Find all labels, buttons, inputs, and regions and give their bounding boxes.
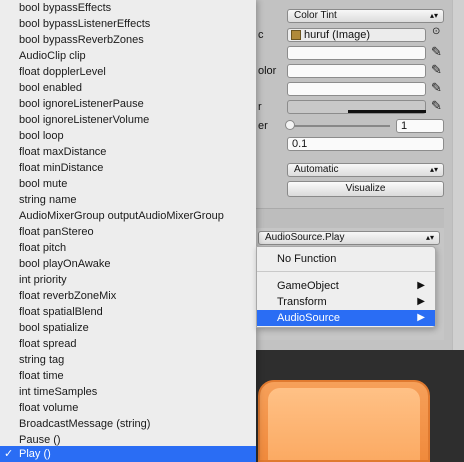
dropdown-arrows-icon: ▴▾ <box>425 233 434 242</box>
slider-handle[interactable] <box>285 120 295 130</box>
submenu-separator <box>257 271 435 272</box>
submenu-label: AudioSource <box>277 312 340 324</box>
menu-item[interactable]: bool ignoreListenerPause <box>0 96 256 112</box>
visualize-label: Visualize <box>345 183 386 194</box>
menu-item[interactable]: int timeSamples <box>0 384 256 400</box>
transition-dropdown[interactable]: Color Tint ▴▾ <box>287 9 444 23</box>
submenu-item-transform[interactable]: Transform ▶ <box>257 294 435 310</box>
orange-button-preview <box>258 380 430 462</box>
visualize-button[interactable]: Visualize <box>287 181 444 197</box>
submenu-item-audiosource[interactable]: AudioSource ▶ <box>257 310 435 326</box>
label-fragment-olor: olor <box>258 65 277 77</box>
menu-item[interactable]: bool loop <box>0 128 256 144</box>
submenu-arrow-icon: ▶ <box>417 312 425 323</box>
menu-item[interactable]: AudioClip clip <box>0 48 256 64</box>
submenu-item-gameobject[interactable]: GameObject ▶ <box>257 278 435 294</box>
pressed-color-field[interactable] <box>287 82 426 96</box>
menu-item[interactable]: float reverbZoneMix <box>0 288 256 304</box>
submenu-label: Transform <box>277 296 327 308</box>
dropdown-arrows-icon: ▴▾ <box>429 11 438 20</box>
menu-item-play-selected[interactable]: ✓ Play () <box>0 446 256 462</box>
component-submenu: No Function GameObject ▶ Transform ▶ Aud… <box>256 246 436 328</box>
scene-preview-area <box>256 350 464 462</box>
menu-item[interactable]: bool enabled <box>0 80 256 96</box>
alpha-bar <box>348 110 426 113</box>
menu-item[interactable]: float spatialBlend <box>0 304 256 320</box>
menu-item[interactable]: bool ignoreListenerVolume <box>0 112 256 128</box>
eyedropper-icon[interactable]: ✎ <box>431 62 442 78</box>
menu-item[interactable]: float volume <box>0 400 256 416</box>
eyedropper-icon[interactable]: ✎ <box>431 98 442 114</box>
transition-value: Color Tint <box>294 10 337 21</box>
label-fragment-r: r <box>258 101 262 113</box>
function-popup-menu: bool bypassEffects bool bypassListenerEf… <box>0 0 256 462</box>
menu-item[interactable]: string tag <box>0 352 256 368</box>
menu-item[interactable]: bool spatialize <box>0 320 256 336</box>
label-fragment-er: er <box>258 120 268 132</box>
object-picker-icon[interactable]: ⊙ <box>432 26 440 37</box>
menu-item[interactable]: BroadcastMessage (string) <box>0 416 256 432</box>
navigation-value: Automatic <box>294 164 339 175</box>
submenu-arrow-icon: ▶ <box>417 296 425 307</box>
multiplier-slider[interactable] <box>290 125 390 127</box>
fade-duration-value: 0.1 <box>292 138 308 150</box>
menu-item[interactable]: bool bypassEffects <box>0 0 256 16</box>
event-function-value: AudioSource.Play <box>265 232 345 243</box>
menu-item[interactable]: int priority <box>0 272 256 288</box>
target-graphic-field[interactable]: huruf (Image) <box>287 28 426 42</box>
event-function-dropdown[interactable]: AudioSource.Play ▴▾ <box>258 231 440 245</box>
normal-color-field[interactable] <box>287 46 426 60</box>
submenu-arrow-icon: ▶ <box>417 280 425 291</box>
menu-item[interactable]: bool mute <box>0 176 256 192</box>
inspector-scrollbar[interactable] <box>452 0 464 350</box>
disabled-color-field[interactable] <box>287 100 426 114</box>
menu-item[interactable]: float maxDistance <box>0 144 256 160</box>
menu-item[interactable]: float spread <box>0 336 256 352</box>
menu-item[interactable]: float minDistance <box>0 160 256 176</box>
dropdown-arrows-icon: ▴▾ <box>429 165 438 174</box>
submenu-item-no-function[interactable]: No Function <box>257 251 435 267</box>
submenu-label: GameObject <box>277 280 339 292</box>
menu-item-label: Play () <box>19 448 51 460</box>
menu-item[interactable]: string name <box>0 192 256 208</box>
menu-item[interactable]: float time <box>0 368 256 384</box>
multiplier-input[interactable]: 1 <box>396 119 444 133</box>
eyedropper-icon[interactable]: ✎ <box>431 44 442 60</box>
submenu-label: No Function <box>277 253 337 265</box>
multiplier-value: 1 <box>401 120 408 132</box>
menu-item[interactable]: AudioMixerGroup outputAudioMixerGroup <box>0 208 256 224</box>
image-object-icon <box>291 30 301 40</box>
menu-item[interactable]: float panStereo <box>0 224 256 240</box>
menu-item[interactable]: bool playOnAwake <box>0 256 256 272</box>
label-fragment-c: c <box>258 29 264 41</box>
highlighted-color-field[interactable] <box>287 64 426 78</box>
menu-item[interactable]: bool bypassListenerEffects <box>0 16 256 32</box>
menu-item[interactable]: float pitch <box>0 240 256 256</box>
event-list-header <box>256 208 444 229</box>
fade-duration-input[interactable]: 0.1 <box>287 137 444 151</box>
navigation-dropdown[interactable]: Automatic ▴▾ <box>287 163 444 177</box>
orange-button-highlight <box>268 388 420 460</box>
menu-item[interactable]: bool bypassReverbZones <box>0 32 256 48</box>
eyedropper-icon[interactable]: ✎ <box>431 80 442 96</box>
checkmark-icon: ✓ <box>4 448 14 460</box>
target-graphic-value: huruf (Image) <box>304 29 371 41</box>
menu-item[interactable]: float dopplerLevel <box>0 64 256 80</box>
